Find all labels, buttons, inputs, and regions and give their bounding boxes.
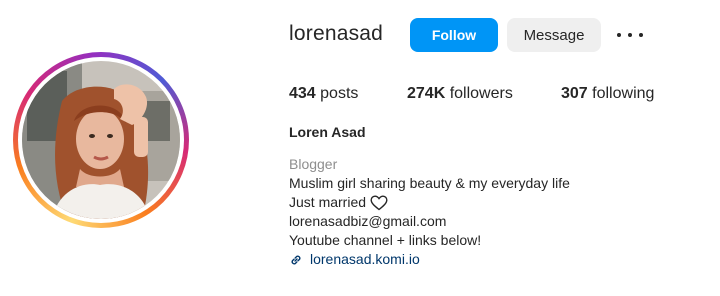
story-ring[interactable]	[13, 52, 189, 228]
bio-link-text[interactable]: lorenasad.komi.io	[310, 250, 420, 269]
bio-link[interactable]: lorenasad.komi.io	[289, 250, 570, 269]
posts-count: 434	[289, 85, 316, 102]
following-stat[interactable]: 307 following	[561, 85, 654, 103]
bio-line: Muslim girl sharing beauty & my everyday…	[289, 175, 570, 191]
bio-email: lorenasadbiz@gmail.com	[289, 213, 447, 229]
avatar-gap	[18, 57, 184, 223]
posts-stat: 434 posts	[289, 85, 358, 103]
full-name: Loren Asad	[289, 124, 366, 140]
following-label: following	[592, 85, 655, 102]
bio: Blogger Muslim girl sharing beauty & my …	[289, 155, 570, 269]
avatar[interactable]	[22, 61, 180, 219]
followers-count: 274K	[407, 85, 446, 102]
category-label: Blogger	[289, 156, 338, 172]
bio-line: Just married	[289, 194, 367, 210]
message-button[interactable]: Message	[507, 18, 601, 52]
more-horizontal-icon[interactable]	[617, 26, 643, 44]
followers-label: followers	[449, 85, 513, 102]
bio-line-married: Just married	[289, 193, 570, 212]
following-count: 307	[561, 85, 588, 102]
bio-line: Youtube channel + links below!	[289, 232, 482, 248]
more-dot	[628, 33, 632, 37]
follow-button[interactable]: Follow	[410, 18, 498, 52]
username: lorenasad	[289, 22, 384, 45]
heart-icon	[370, 194, 388, 210]
followers-stat[interactable]: 274K followers	[407, 85, 513, 103]
link-icon	[291, 255, 301, 264]
more-dot	[639, 33, 643, 37]
more-dot	[617, 33, 621, 37]
posts-label: posts	[320, 85, 359, 102]
